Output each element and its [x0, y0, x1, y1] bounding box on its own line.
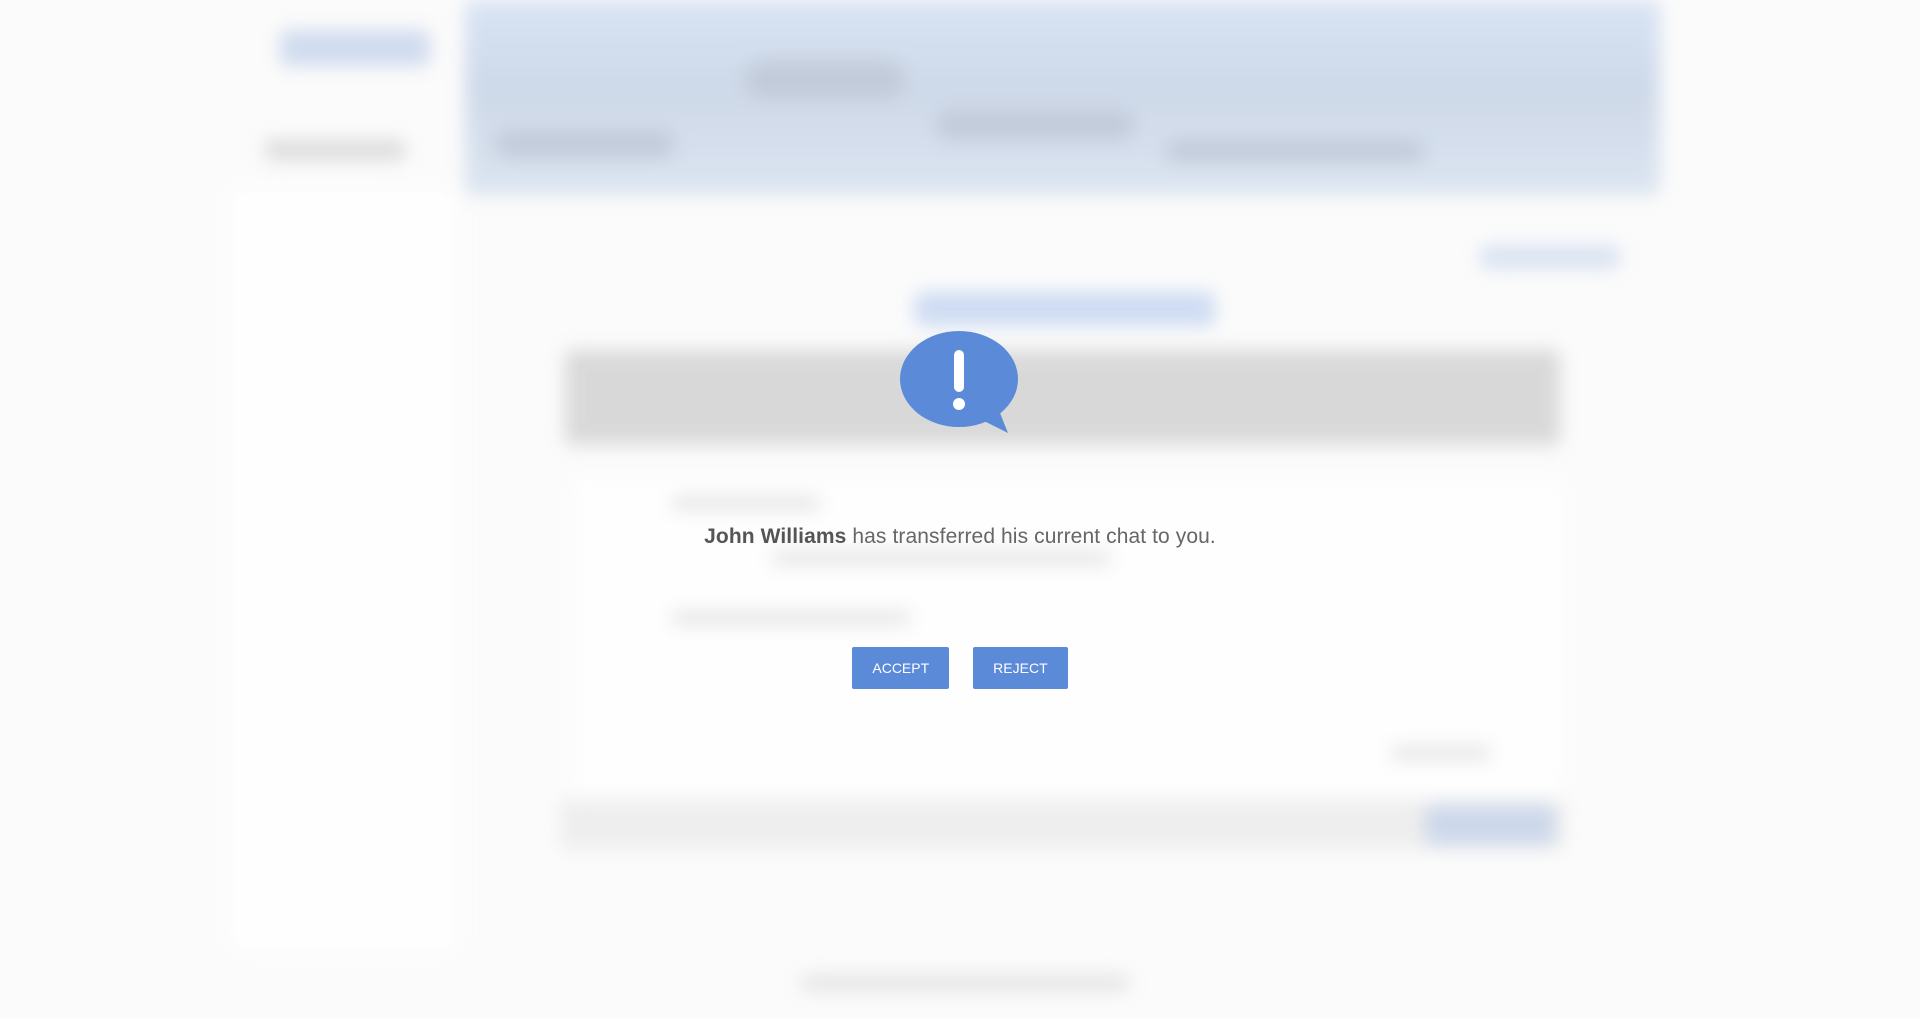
sender-name: John Williams: [704, 525, 847, 548]
transfer-message: John Williams has transferred his curren…: [0, 525, 1920, 549]
app-window: John Williams has transferred his curren…: [0, 0, 1920, 1019]
reject-button[interactable]: REJECT: [973, 647, 1068, 689]
transfer-dialog: John Williams has transferred his curren…: [0, 0, 1920, 1019]
message-text: has transferred his current chat to you.: [846, 525, 1216, 548]
dialog-actions: ACCEPT REJECT: [0, 647, 1920, 689]
alert-speech-bubble-icon: [900, 331, 1018, 433]
accept-button[interactable]: ACCEPT: [852, 647, 950, 689]
